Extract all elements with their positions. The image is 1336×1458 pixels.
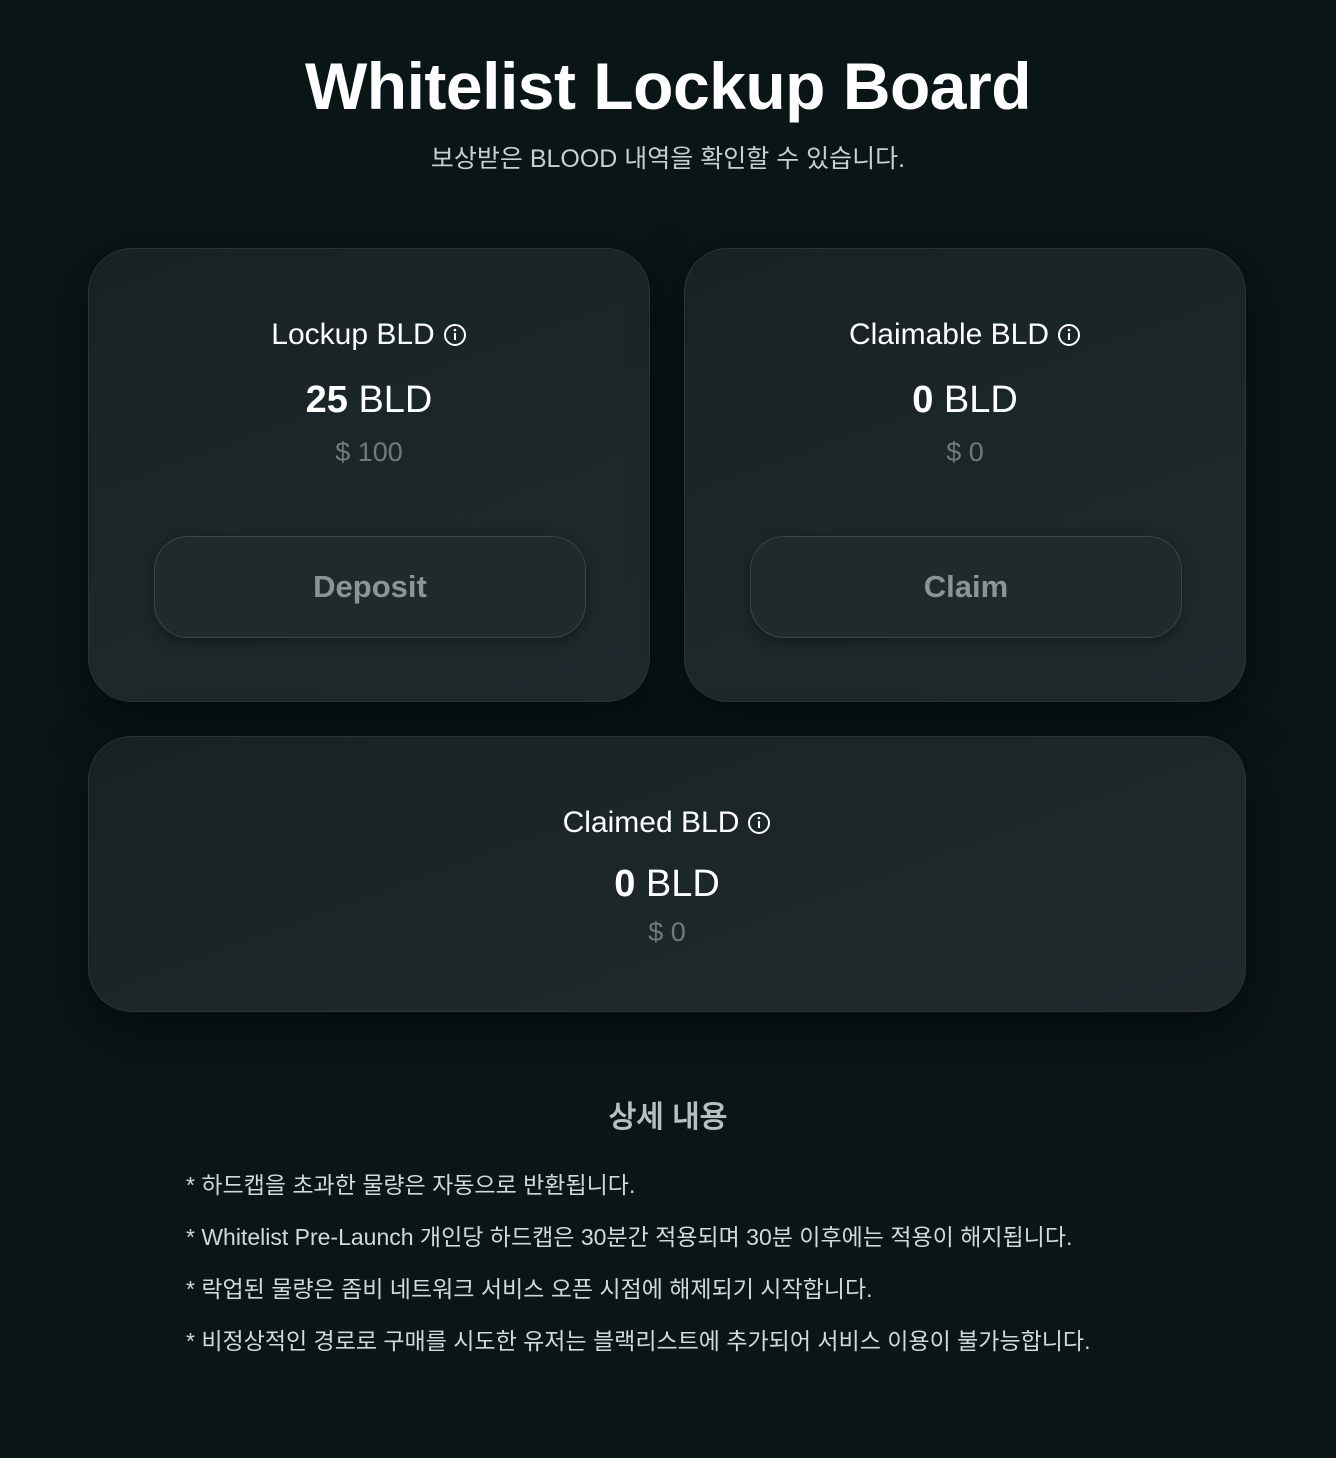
info-icon[interactable] <box>1057 323 1081 347</box>
details-title: 상세 내용 <box>608 1101 728 1134</box>
claimed-card: Claimed BLD 0 BLD $ 0 <box>88 736 1246 1012</box>
claimed-amount-value: 0 <box>614 863 636 905</box>
claimable-usd-value: $ 0 <box>946 437 984 467</box>
claimed-usd-value: $ 0 <box>648 917 686 947</box>
deposit-button[interactable]: Deposit <box>154 536 586 638</box>
lockup-amount: 25 BLD <box>89 377 649 423</box>
lockup-usd-value: $ 100 <box>335 437 403 467</box>
lockup-amount-value: 25 <box>305 379 348 421</box>
claimed-label-row: Claimed BLD <box>89 805 1245 841</box>
details-item: * 락업된 물량은 좀비 네트워크 서비스 오픈 시점에 해제되기 시작합니다. <box>186 1276 873 1302</box>
claimable-amount: 0 BLD <box>685 377 1245 423</box>
lockup-label-row: Lockup BLD <box>89 317 649 353</box>
claimed-amount: 0 BLD <box>89 861 1245 907</box>
details-section: 상세 내용 * 하드캡을 초과한 물량은 자동으로 반환됩니다. * White… <box>0 1096 1336 1354</box>
details-item: * 하드캡을 초과한 물량은 자동으로 반환됩니다. <box>186 1172 636 1198</box>
claimable-card: Claimable BLD 0 BLD $ 0 Claim <box>684 248 1246 702</box>
info-icon[interactable] <box>747 811 771 835</box>
info-icon[interactable] <box>443 323 467 347</box>
page-title: Whitelist Lockup Board <box>304 49 1032 123</box>
details-item: * 비정상적인 경로로 구매를 시도한 유저는 블랙리스트에 추가되어 서비스 … <box>186 1328 1091 1354</box>
lockup-card: Lockup BLD 25 BLD $ 100 Deposit <box>88 248 650 702</box>
claimable-amount-unit: BLD <box>943 379 1018 421</box>
claimable-label: Claimable BLD <box>848 318 1050 351</box>
lockup-label: Lockup BLD <box>271 318 435 351</box>
claimable-label-row: Claimable BLD <box>685 317 1245 353</box>
page-subtitle: 보상받은 BLOOD 내역을 확인할 수 있습니다. <box>430 145 906 173</box>
claimed-amount-unit: BLD <box>645 863 720 905</box>
claim-button[interactable]: Claim <box>750 536 1182 638</box>
claimable-amount-value: 0 <box>912 379 934 421</box>
lockup-amount-unit: BLD <box>358 379 433 421</box>
details-item: * Whitelist Pre-Launch 개인당 하드캡은 30분간 적용되… <box>186 1224 1073 1250</box>
details-list: * 하드캡을 초과한 물량은 자동으로 반환됩니다. * Whitelist P… <box>186 1168 1090 1376</box>
claimed-label: Claimed BLD <box>562 806 740 839</box>
